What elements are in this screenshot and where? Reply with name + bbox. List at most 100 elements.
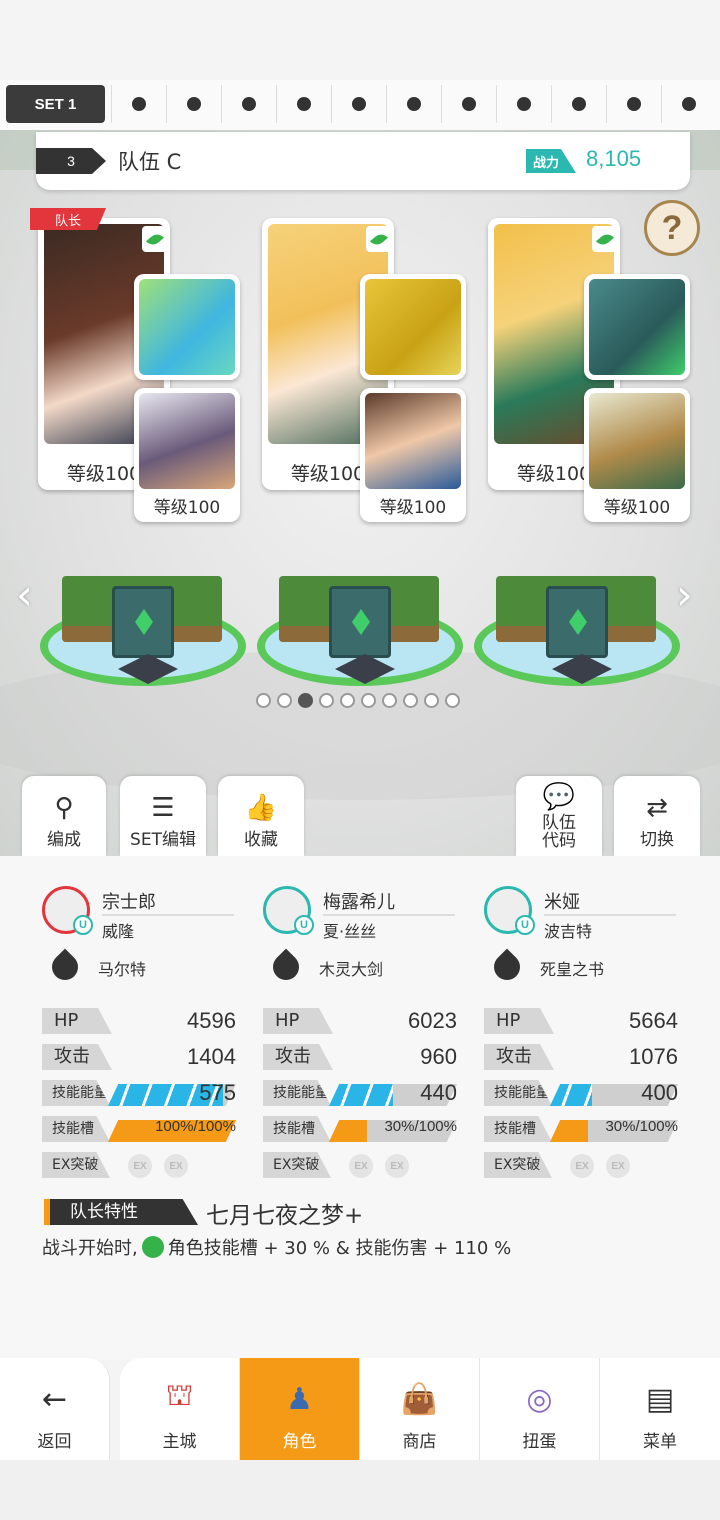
castle-icon: ⛫ xyxy=(165,1378,194,1413)
nav-menu[interactable]: ▤ 菜单 xyxy=(600,1358,720,1460)
weapon-slot-3[interactable] xyxy=(584,274,690,380)
leader-trait-description: 战斗开始时, 角色技能槽 + 30 % & 技能伤害 + 110 % xyxy=(42,1234,511,1260)
trait-desc-a: 战斗开始时, xyxy=(42,1238,138,1259)
platform-2[interactable] xyxy=(257,546,463,686)
pager-dot[interactable] xyxy=(319,693,334,708)
set-tab[interactable] xyxy=(441,85,496,123)
ex-row: EX突破 EX EX xyxy=(42,1152,236,1178)
gauge-value: 30%/100% xyxy=(384,1118,457,1135)
energy-value: 440 xyxy=(420,1080,457,1105)
set-tab[interactable] xyxy=(606,85,661,123)
set-tab-current[interactable]: SET 1 xyxy=(6,85,105,123)
unique-badge-icon: U xyxy=(515,915,535,935)
gauge-row: 技能槽 30%/100% xyxy=(484,1116,678,1142)
ex-label: EX突破 xyxy=(42,1152,110,1178)
list-icon: ☰ xyxy=(151,793,175,823)
weapon-slot-2[interactable] xyxy=(360,274,466,380)
book-icon xyxy=(329,586,391,658)
gauge-value: 100%/100% xyxy=(155,1118,236,1135)
next-arrow-icon[interactable]: › xyxy=(676,570,693,619)
bottom-nav: ← 返回 ⛫ 主城 ♟ 角色 👜 商店 ◎ 扭蛋 ▤ 菜单 xyxy=(0,1358,720,1460)
set-tab[interactable] xyxy=(276,85,331,123)
gauge-row: 技能槽 100%/100% xyxy=(42,1116,236,1142)
energy-row: 技能能量 400 xyxy=(484,1080,678,1106)
support-portrait xyxy=(365,393,461,489)
set-tab[interactable] xyxy=(221,85,276,123)
power-value: 8,105 xyxy=(586,146,642,171)
nav-shop[interactable]: 👜 商店 xyxy=(360,1358,480,1460)
energy-value: 575 xyxy=(199,1080,236,1105)
attack-label: 攻击 xyxy=(42,1044,112,1070)
nav-home[interactable]: ⛫ 主城 xyxy=(120,1358,240,1460)
avatar[interactable]: U xyxy=(263,886,314,935)
leaf-element-icon xyxy=(141,1236,164,1258)
gauge-value: 30%/100% xyxy=(605,1118,678,1135)
ex-row: EX突破 EX EX xyxy=(263,1152,457,1178)
avatar[interactable]: U xyxy=(42,886,93,935)
set-tab[interactable] xyxy=(166,85,221,123)
set-tab[interactable] xyxy=(496,85,551,123)
set-tab[interactable] xyxy=(661,85,716,123)
attack-label: 攻击 xyxy=(263,1044,333,1070)
set-edit-label: SET编辑 xyxy=(130,830,196,850)
unique-badge-icon: U xyxy=(294,915,314,935)
nav-menu-label: 菜单 xyxy=(643,1432,677,1452)
attack-value: 960 xyxy=(420,1044,457,1069)
pager-dot[interactable] xyxy=(340,693,355,708)
nav-home-label: 主城 xyxy=(162,1432,197,1452)
set-tab[interactable] xyxy=(551,85,606,123)
nav-gacha-label: 扭蛋 xyxy=(522,1432,557,1452)
pager-dot[interactable] xyxy=(256,693,271,708)
avatar[interactable]: U xyxy=(484,886,535,935)
ex-slot-icon: EX xyxy=(164,1154,188,1178)
pager-dot[interactable] xyxy=(403,693,418,708)
shop-bag-icon: 👜 xyxy=(400,1382,439,1417)
prev-arrow-icon[interactable]: ‹ xyxy=(16,570,33,619)
pager-dot[interactable] xyxy=(445,693,460,708)
platform-3[interactable] xyxy=(474,546,680,686)
team-pager xyxy=(256,693,460,708)
ex-label: EX突破 xyxy=(263,1152,331,1178)
favorite-button[interactable]: 👍 收藏 xyxy=(218,776,304,856)
support-name: 波吉特 xyxy=(544,922,593,941)
book-icon xyxy=(546,586,608,658)
ex-slot-icon: EX xyxy=(570,1154,594,1178)
platform-1[interactable] xyxy=(40,546,246,686)
energy-label: 技能能量 xyxy=(484,1080,552,1106)
set-tab[interactable] xyxy=(331,85,386,123)
nav-character[interactable]: ♟ 角色 xyxy=(240,1358,360,1460)
pager-dot[interactable] xyxy=(424,693,439,708)
pager-dot[interactable] xyxy=(277,693,292,708)
team-code-button[interactable]: 💬 队伍 代码 xyxy=(516,776,602,856)
weapon-name: 马尔特 xyxy=(98,960,147,979)
support-portrait xyxy=(589,393,685,489)
character-icon: ♟ xyxy=(286,1382,313,1417)
energy-label: 技能能量 xyxy=(42,1080,110,1106)
set-tab[interactable] xyxy=(111,85,166,123)
attack-value: 1076 xyxy=(629,1044,678,1069)
element-leaf-icon xyxy=(592,226,618,252)
set-edit-button[interactable]: ☰ SET编辑 xyxy=(120,776,206,856)
nav-character-label: 角色 xyxy=(282,1432,317,1452)
support-slot-1[interactable]: 等级100 xyxy=(134,388,240,522)
pager-dot[interactable] xyxy=(298,693,313,708)
nav-back[interactable]: ← 返回 xyxy=(0,1358,110,1460)
energy-label: 技能能量 xyxy=(263,1080,331,1106)
pager-dot[interactable] xyxy=(361,693,376,708)
hp-row: HP 6023 xyxy=(263,1008,457,1034)
nav-gacha[interactable]: ◎ 扭蛋 xyxy=(480,1358,600,1460)
ex-label: EX突破 xyxy=(484,1152,552,1178)
gauge-label: 技能槽 xyxy=(263,1116,331,1142)
hp-label: HP xyxy=(42,1008,112,1034)
set-tab[interactable] xyxy=(386,85,441,123)
leader-trait-label: 队长特性 xyxy=(44,1199,198,1225)
switch-button[interactable]: ⇄ 切换 xyxy=(614,776,700,856)
help-button[interactable]: ? xyxy=(644,200,700,256)
support-slot-3[interactable]: 等级100 xyxy=(584,388,690,522)
team-name[interactable]: 队伍 C xyxy=(118,146,181,176)
weapon-slot-1[interactable] xyxy=(134,274,240,380)
thumbs-up-icon: 👍 xyxy=(244,793,278,823)
pager-dot[interactable] xyxy=(382,693,397,708)
formation-button[interactable]: ⚲ 编成 xyxy=(22,776,106,856)
support-slot-2[interactable]: 等级100 xyxy=(360,388,466,522)
